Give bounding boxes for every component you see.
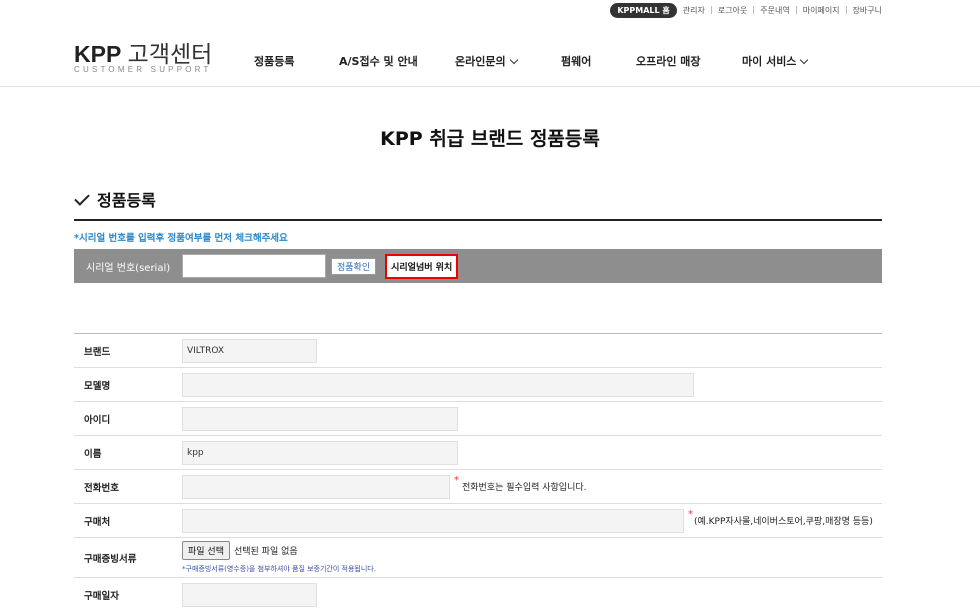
phone-label: 전화번호 <box>84 482 119 494</box>
form-row-receipt: 구매증빙서류 파일 선택 선택된 파일 없음 *구매증빙서류(영수증)을 첨부하… <box>74 538 882 578</box>
store-hint: (예.KPP자사몰,네이버스토어,쿠팡,매장명 등등) <box>694 517 873 527</box>
serial-bar: 시리얼 번호(serial) 정품확인 시리얼넘버 위치 <box>74 249 882 283</box>
form-row-model: 모델명 <box>74 368 882 402</box>
nav-product-registration[interactable]: 정품등록 <box>254 53 339 69</box>
page-title: KPP 취급 브랜드 정품등록 <box>372 124 608 153</box>
phone-field[interactable] <box>182 474 450 499</box>
top-utility-bar: KPPMALL 홈 관리자 로그아웃 주문내역 마이페이지 장바구니 <box>610 2 882 18</box>
chevron-down-icon <box>800 55 809 64</box>
name-field[interactable]: kpp <box>182 440 458 465</box>
serial-notice: *시리얼 번호를 입력후 정품여부를 먼저 체크해주세요 <box>74 233 288 244</box>
file-status: 선택된 파일 없음 <box>233 547 298 557</box>
serial-label: 시리얼 번호(serial) <box>86 262 171 274</box>
section-title: 정품등록 <box>97 191 156 210</box>
order-history-link[interactable]: 주문내역 <box>760 5 789 16</box>
brand-field[interactable]: VILTROX <box>182 338 317 363</box>
model-field[interactable] <box>182 372 694 397</box>
site-logo[interactable]: KPP 고객센터 CUSTOMER SUPPORT <box>74 42 212 74</box>
logout-link[interactable]: 로그아웃 <box>718 5 747 16</box>
required-mark: * <box>454 475 459 486</box>
page-title-area: KPP 취급 브랜드 정품등록 <box>0 124 980 153</box>
checkmark-icon <box>74 190 90 206</box>
nav-as-service[interactable]: A/S접수 및 안내 <box>339 53 455 69</box>
logo-subtitle: CUSTOMER SUPPORT <box>74 65 212 74</box>
model-label: 모델명 <box>84 380 111 392</box>
divider <box>710 6 712 14</box>
nav-offline-store[interactable]: 오프라인 매장 <box>636 53 742 69</box>
name-label: 이름 <box>84 448 102 460</box>
verify-button[interactable]: 정품확인 <box>331 257 377 275</box>
main-nav: 정품등록 A/S접수 및 안내 온라인문의 펌웨어 오프라인 매장 마이 서비스 <box>254 53 809 69</box>
serial-input[interactable] <box>182 254 326 278</box>
receipt-file-wrap: 파일 선택 선택된 파일 없음 *구매증빙서류(영수증)을 첨부하셔야 품질 보… <box>182 541 376 574</box>
required-mark: * <box>688 509 693 520</box>
form-row-phone: 전화번호 * 전화번호는 필수입력 사항입니다. <box>74 470 882 504</box>
registration-form: 브랜드 VILTROX 모델명 아이디 이름 kpp 전화번호 * 전화번호는 … <box>74 333 882 610</box>
form-row-store: 구매처 * (예.KPP자사몰,네이버스토어,쿠팡,매장명 등등) <box>74 504 882 538</box>
brand-label: 브랜드 <box>84 346 111 358</box>
receipt-file-input[interactable]: 파일 선택 선택된 파일 없음 <box>182 541 376 560</box>
form-row-id: 아이디 <box>74 402 882 436</box>
store-field[interactable] <box>182 508 684 533</box>
section-heading: 정품등록 <box>74 190 882 221</box>
nav-online-inquiry[interactable]: 온라인문의 <box>455 53 561 69</box>
divider <box>845 6 847 14</box>
divider <box>753 6 755 14</box>
cart-link[interactable]: 장바구니 <box>853 5 882 16</box>
serial-location-button[interactable]: 시리얼넘버 위치 <box>385 253 459 279</box>
admin-link[interactable]: 관리자 <box>683 5 705 16</box>
receipt-label: 구매증빙서류 <box>84 553 137 565</box>
receipt-note: *구매증빙서류(영수증)을 첨부하셔야 품질 보증기간이 적용됩니다. <box>182 565 376 573</box>
store-label: 구매처 <box>84 516 111 528</box>
nav-my-service[interactable]: 마이 서비스 <box>742 53 809 69</box>
form-row-purchase-date: 구매일자 <box>74 578 882 610</box>
id-field[interactable] <box>182 406 458 431</box>
id-label: 아이디 <box>84 414 111 426</box>
logo-text: KPP 고객센터 <box>74 41 213 67</box>
form-row-brand: 브랜드 VILTROX <box>74 334 882 368</box>
kppmall-home-link[interactable]: KPPMALL 홈 <box>610 2 677 18</box>
divider <box>795 6 797 14</box>
form-row-name: 이름 kpp <box>74 436 882 470</box>
phone-hint: 전화번호는 필수입력 사항입니다. <box>462 483 587 493</box>
purchase-date-label: 구매일자 <box>84 590 119 602</box>
purchase-date-field[interactable] <box>182 582 317 607</box>
choose-file-button[interactable]: 파일 선택 <box>182 541 230 560</box>
chevron-down-icon <box>509 55 518 64</box>
site-header: KPP 고객센터 CUSTOMER SUPPORT 정품등록 A/S접수 및 안… <box>0 20 980 87</box>
mypage-link[interactable]: 마이페이지 <box>803 5 840 16</box>
nav-firmware[interactable]: 펌웨어 <box>561 53 636 69</box>
